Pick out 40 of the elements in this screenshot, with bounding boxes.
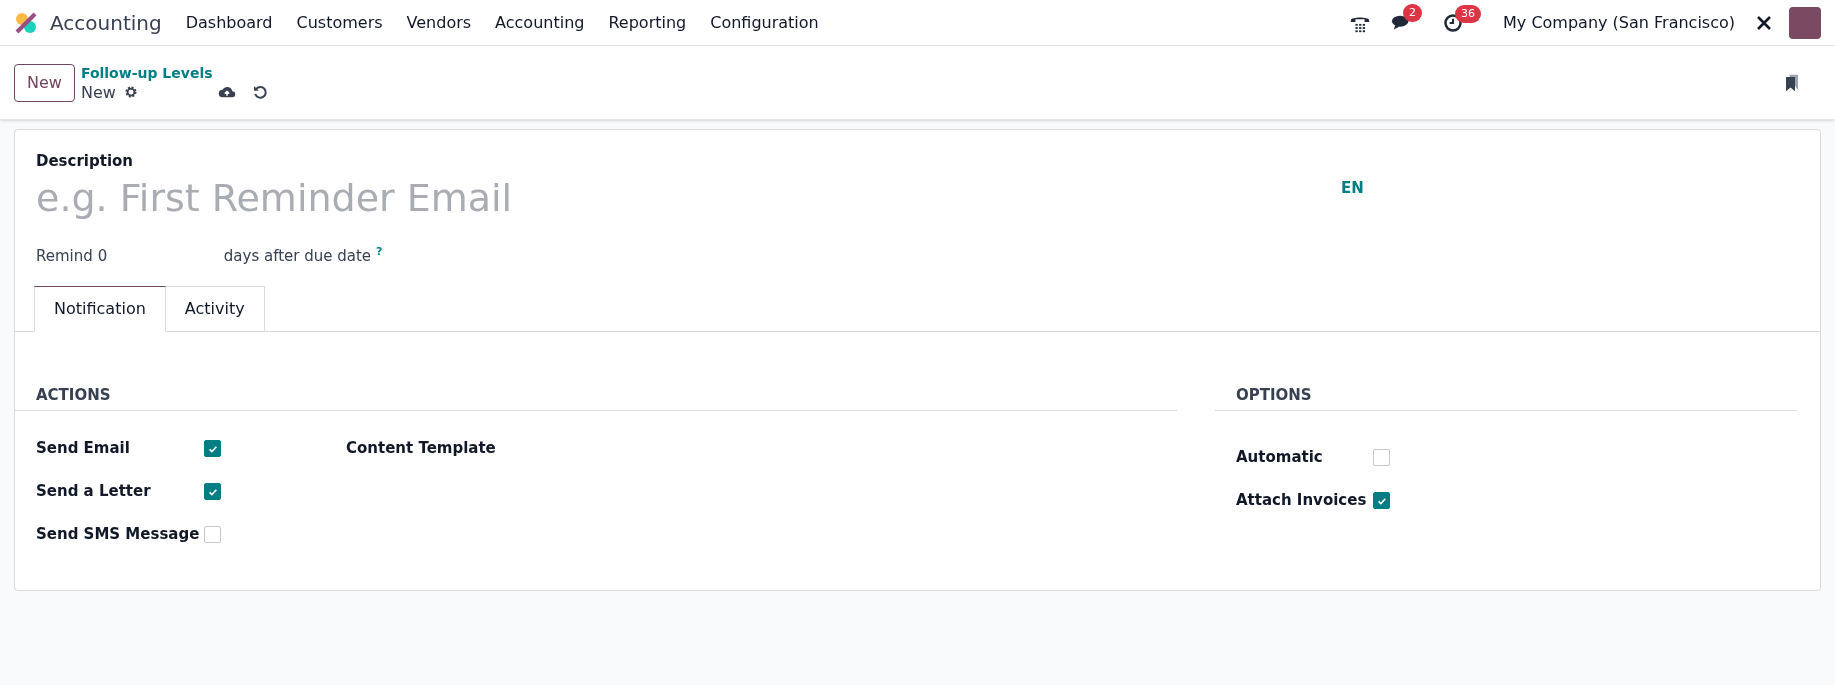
tab[interactable]: Activity bbox=[165, 285, 265, 332]
notification-badge: 36 bbox=[1455, 4, 1482, 23]
days-field[interactable]: 0 bbox=[97, 245, 224, 268]
record-title: New bbox=[80, 82, 116, 102]
field-label: Remind bbox=[36, 246, 93, 268]
notification-badge: 2 bbox=[1403, 3, 1423, 22]
menu-item[interactable]: Dashboard bbox=[173, 10, 285, 35]
new-button[interactable]: New bbox=[14, 63, 75, 102]
field-label: Send Email bbox=[36, 438, 131, 460]
checkbox[interactable] bbox=[204, 483, 221, 500]
checkbox[interactable] bbox=[204, 526, 221, 543]
description-field[interactable]: e.g. First Reminder Email bbox=[36, 172, 1326, 225]
menu-item[interactable]: Configuration bbox=[698, 10, 831, 35]
field-label: Attach Invoices bbox=[1236, 490, 1368, 512]
undo-icon[interactable] bbox=[251, 84, 268, 100]
menu-item[interactable]: Customers bbox=[284, 10, 395, 35]
checkbox[interactable] bbox=[1373, 449, 1390, 466]
field-label: Automatic bbox=[1236, 447, 1324, 469]
section-heading: OPTIONS bbox=[1215, 383, 1797, 411]
section-heading: ACTIONS bbox=[15, 383, 1177, 411]
checkbox[interactable] bbox=[1373, 492, 1390, 509]
checkbox[interactable] bbox=[204, 440, 221, 457]
field-label: Description bbox=[36, 151, 135, 172]
tab[interactable]: Notification bbox=[34, 285, 166, 332]
field-label: Content Template bbox=[346, 438, 496, 460]
help-tooltip[interactable]: ? bbox=[376, 245, 383, 258]
settings-icon[interactable] bbox=[123, 85, 138, 99]
menu-item[interactable]: Reporting bbox=[596, 10, 699, 35]
app-name[interactable]: Accounting bbox=[50, 7, 162, 38]
field-label: days after due date bbox=[223, 246, 372, 268]
user-avatar[interactable] bbox=[1789, 6, 1821, 39]
language-button[interactable]: EN bbox=[1341, 177, 1364, 200]
menu-item[interactable]: Vendors bbox=[394, 10, 484, 35]
menu-item[interactable]: Accounting bbox=[483, 10, 597, 35]
breadcrumb-link[interactable]: Follow-up Levels bbox=[80, 63, 268, 83]
app-logo-icon[interactable] bbox=[14, 10, 38, 35]
company-switcher[interactable]: My Company (San Francisco) bbox=[1503, 10, 1735, 35]
field-label: Send a Letter bbox=[36, 481, 152, 503]
clock-icon[interactable] bbox=[1443, 12, 1464, 33]
field-label: Send SMS Message bbox=[36, 524, 201, 546]
